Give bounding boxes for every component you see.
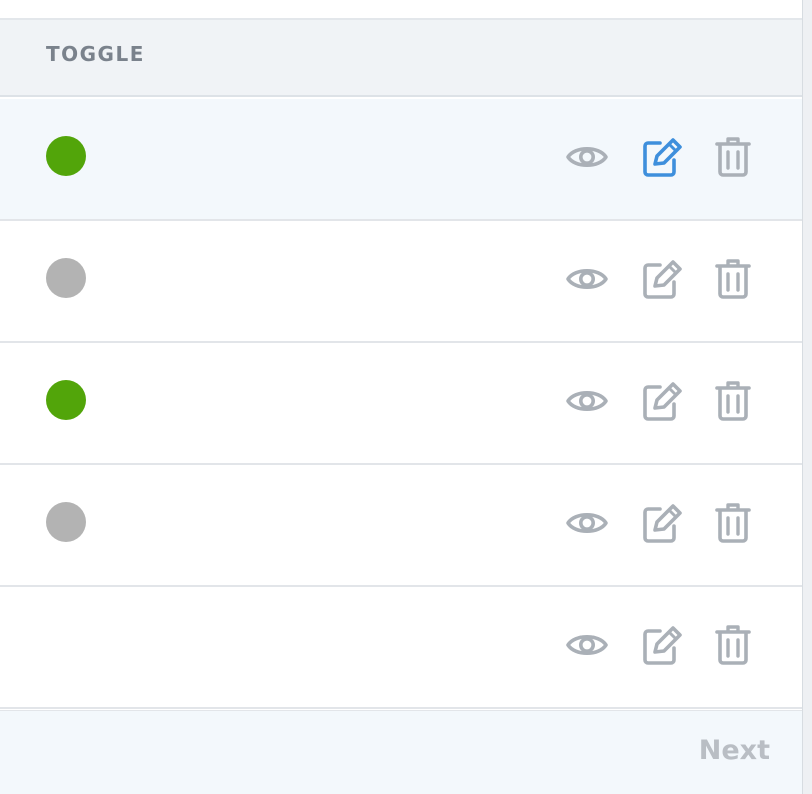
eye-icon [564,257,610,301]
view-button[interactable] [564,135,610,179]
row-actions [564,379,760,423]
table-row[interactable] [0,465,802,587]
trash-icon [710,501,756,545]
view-button[interactable] [564,501,610,545]
delete-button[interactable] [710,501,756,545]
view-button[interactable] [564,623,610,667]
delete-button[interactable] [710,379,756,423]
table-row[interactable] [0,587,802,709]
eye-icon [564,135,610,179]
edit-button[interactable] [638,379,684,423]
edit-icon [638,501,684,545]
edit-icon [638,379,684,423]
edit-button[interactable] [638,501,684,545]
data-table: TOGGLE Next [0,0,802,794]
edit-icon [638,135,684,179]
view-button[interactable] [564,257,610,301]
next-page-button[interactable]: Next [699,735,770,766]
edit-button[interactable] [638,135,684,179]
pagination-footer: Next [0,710,802,794]
view-button[interactable] [564,379,610,423]
delete-button[interactable] [710,257,756,301]
column-header-toggle[interactable]: TOGGLE [46,42,145,66]
eye-icon [564,623,610,667]
edit-icon [638,257,684,301]
row-actions [564,623,760,667]
table-top-edge [0,0,802,20]
edit-button[interactable] [638,623,684,667]
eye-icon [564,379,610,423]
toggle-status-off-indicator[interactable] [46,258,86,298]
row-actions [564,501,760,545]
trash-icon [710,623,756,667]
table-header-row: TOGGLE [0,20,802,97]
row-actions [564,257,760,301]
scroll-edge [802,0,812,794]
trash-icon [710,135,756,179]
edit-icon [638,623,684,667]
table-row[interactable] [0,99,802,221]
row-actions [564,135,760,179]
edit-button[interactable] [638,257,684,301]
trash-icon [710,379,756,423]
table-panel: TOGGLE Next [0,0,812,794]
eye-icon [564,501,610,545]
delete-button[interactable] [710,135,756,179]
toggle-status-off-indicator[interactable] [46,502,86,542]
toggle-status-on-indicator[interactable] [46,136,86,176]
table-row[interactable] [0,221,802,343]
delete-button[interactable] [710,623,756,667]
toggle-status-on-indicator[interactable] [46,380,86,420]
trash-icon [710,257,756,301]
table-row[interactable] [0,343,802,465]
